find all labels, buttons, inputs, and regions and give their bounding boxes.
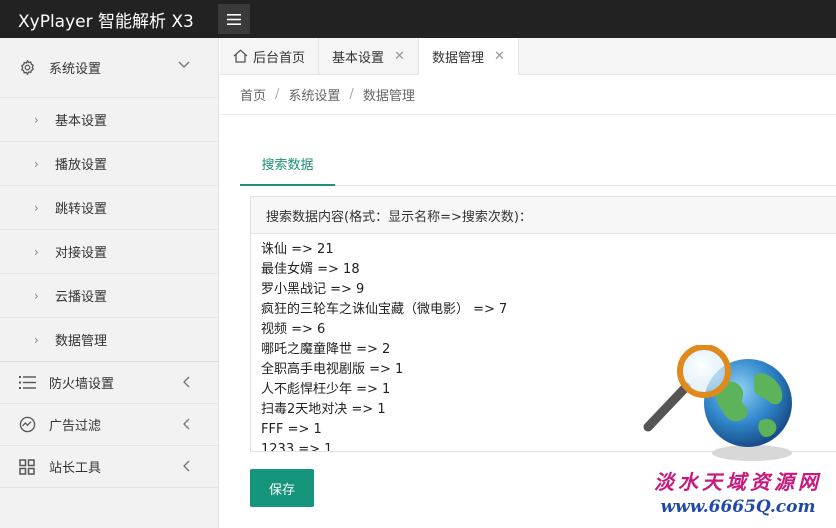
grid-icon xyxy=(18,458,36,476)
tab-basic-settings[interactable]: 基本设置 ✕ xyxy=(319,38,419,74)
watermark: 淡水天域资源网 www.6665Q.com xyxy=(648,466,828,517)
sidebar-item-label: 基本设置 xyxy=(55,114,108,129)
chevron-right-icon: › xyxy=(34,200,39,215)
chevron-right-icon: › xyxy=(34,156,39,171)
watermark-title: 淡水天域资源网 xyxy=(654,470,822,494)
sidebar-group-label: 系统设置 xyxy=(49,62,102,77)
chevron-right-icon: › xyxy=(34,112,39,127)
breadcrumb-current-page: 数据管理 xyxy=(362,89,415,104)
save-button[interactable]: 保存 xyxy=(250,469,314,507)
sidebar-group-firewall[interactable]: 防火墙设置 xyxy=(0,362,218,404)
tab-data-management[interactable]: 数据管理 ✕ xyxy=(418,38,519,75)
tab-dashboard-home[interactable]: 后台首页 xyxy=(220,38,320,74)
app-title: XyPlayer 智能解析 X3 xyxy=(18,11,194,32)
data-line: 诛仙 => 21 xyxy=(261,242,334,257)
data-line: 疯狂的三轮车之诛仙宝藏（微电影） => 7 xyxy=(261,302,508,317)
sidebar-item-label: 播放设置 xyxy=(55,158,108,173)
sidebar-item-label: 对接设置 xyxy=(55,246,108,261)
breadcrumb-section-link[interactable]: 系统设置 xyxy=(288,85,340,104)
tab-label: 数据管理 xyxy=(431,50,484,66)
tab-bar: 后台首页 基本设置 ✕ 数据管理 ✕ xyxy=(220,38,836,75)
hamburger-icon xyxy=(227,13,241,25)
menu-toggle-button[interactable] xyxy=(218,4,250,34)
sidebar-item-data-management[interactable]: › 数据管理 xyxy=(0,318,218,362)
chevron-left-icon xyxy=(182,418,190,434)
chevron-right-icon: › xyxy=(34,244,39,259)
sidebar-group-ad-filter[interactable]: 广告过滤 xyxy=(0,404,218,446)
globe-magnifier-icon xyxy=(640,344,800,465)
chevron-left-icon xyxy=(182,376,190,392)
top-bar: XyPlayer 智能解析 X3 xyxy=(0,0,836,38)
sidebar-item-basic-settings[interactable]: › 基本设置 xyxy=(0,98,218,142)
breadcrumb-separator: / xyxy=(275,87,280,102)
data-line: 罗小黑战记 => 9 xyxy=(261,282,365,297)
sidebar-item-integration-settings[interactable]: › 对接设置 xyxy=(0,230,218,274)
sidebar-item-label: 跳转设置 xyxy=(55,202,108,217)
sidebar-item-redirect-settings[interactable]: › 跳转设置 xyxy=(0,186,218,230)
sidebar-group-label: 防火墙设置 xyxy=(49,377,115,392)
breadcrumb-separator: / xyxy=(349,87,354,102)
breadcrumb-home-link[interactable]: 首页 xyxy=(240,85,266,104)
watermark-url: www.6665Q.com xyxy=(660,497,816,517)
chevron-right-icon: › xyxy=(34,332,39,347)
tab-search-data[interactable]: 搜索数据 xyxy=(240,153,335,186)
chevron-down-icon xyxy=(178,58,190,73)
panel-heading: 搜索数据内容(格式：显示名称=>搜索次数)： xyxy=(251,197,836,234)
sidebar-item-label: 云播设置 xyxy=(55,290,108,305)
close-icon[interactable]: ✕ xyxy=(494,49,505,64)
chevron-left-icon xyxy=(182,460,190,476)
home-icon xyxy=(233,49,248,63)
sidebar-group-label: 广告过滤 xyxy=(49,419,102,434)
sidebar-group-webmaster-tools[interactable]: 站长工具 xyxy=(0,446,218,488)
content-tabs: 搜索数据 xyxy=(240,153,836,186)
sidebar-item-playback-settings[interactable]: › 播放设置 xyxy=(0,142,218,186)
data-line: 最佳女婿 => 18 xyxy=(261,262,360,277)
sidebar-item-label: 数据管理 xyxy=(55,334,108,349)
tab-label: 基本设置 xyxy=(332,50,385,66)
chart-circle-icon xyxy=(18,416,36,434)
gear-icon xyxy=(18,59,36,77)
tab-label: 后台首页 xyxy=(253,50,306,66)
sidebar-item-cloud-settings[interactable]: › 云播设置 xyxy=(0,274,218,318)
sidebar-group-label: 站长工具 xyxy=(49,461,102,476)
close-icon[interactable]: ✕ xyxy=(394,49,405,64)
breadcrumb: 首页 / 系统设置 / 数据管理 xyxy=(220,75,836,115)
sidebar-group-system-settings[interactable]: 系统设置 xyxy=(0,38,218,98)
data-line: 视频 => 6 xyxy=(261,322,326,337)
sidebar: 系统设置 › 基本设置 › 播放设置 › 跳转设置 › 对接设置 › 云播设置 … xyxy=(0,38,219,528)
list-icon xyxy=(18,374,36,392)
chevron-right-icon: › xyxy=(34,288,39,303)
